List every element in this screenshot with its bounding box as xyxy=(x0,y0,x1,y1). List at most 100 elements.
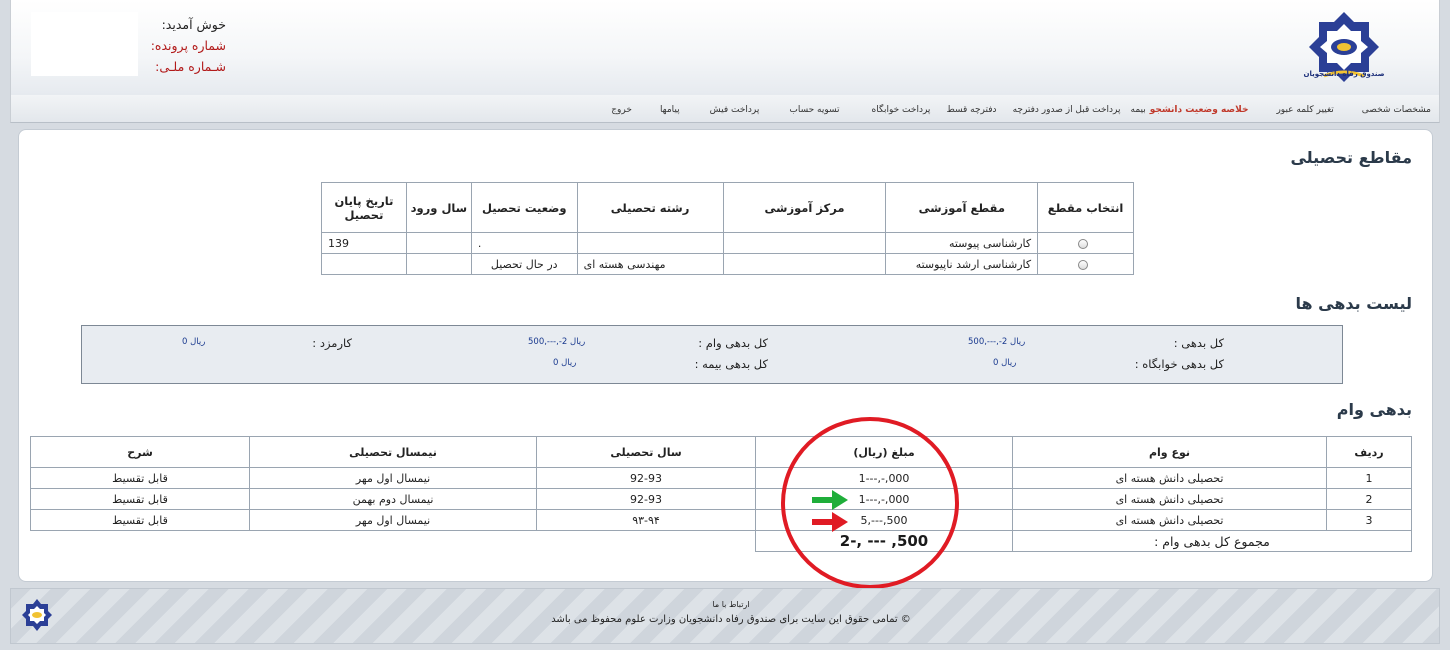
table-row: کارشناسی پیوسته . 139 xyxy=(321,232,1134,254)
main-panel: مقاطع تحصیلی انتخاب مقطع مقطع آموزشی مرک… xyxy=(18,129,1433,582)
course-end xyxy=(321,253,407,275)
loan-description: قابل تقسیط xyxy=(30,509,250,531)
nav-item-6[interactable]: دفترچه قسط xyxy=(946,105,996,115)
loans-title: بدهی وام xyxy=(1336,400,1412,419)
radio-button[interactable] xyxy=(1078,259,1089,270)
table-row: 1 تحصیلی دانش هسته ای 000,-,---1 92-93 ن… xyxy=(30,467,1412,489)
empty-cell xyxy=(31,531,756,552)
row-number: 2 xyxy=(1326,488,1412,510)
loan-term: نیمسال اول مهر xyxy=(249,509,537,531)
courses-title: مقاطع تحصیلی xyxy=(1290,148,1412,167)
debt-summary-box: کل بدهی : 500,---,-2 ریال کل بدهی وام : … xyxy=(81,325,1343,384)
nav-item-10[interactable]: پیامها xyxy=(660,105,680,115)
redacted-field xyxy=(759,255,880,270)
loan-amount: 000,-,---1 xyxy=(755,488,1013,510)
course-status: . xyxy=(470,232,578,254)
redacted-field xyxy=(596,234,717,249)
course-radio-2[interactable] xyxy=(1037,253,1134,275)
col-description: شرح xyxy=(30,436,250,468)
course-level: کارشناسی ارشد ناپیوسته xyxy=(885,253,1039,275)
nav-item-7[interactable]: پرداخت خوابگاه xyxy=(872,105,931,115)
course-radio-1[interactable] xyxy=(1037,232,1134,254)
user-info-labels: خوش آمدید: شماره پرونده: شـماره ملـی: xyxy=(146,14,226,77)
nav-list: مشخصات شخصی تغییر کلمه عبور خلاصه وضعیت دا… xyxy=(611,105,1431,115)
radio-button[interactable] xyxy=(1078,238,1089,249)
col-select: انتخاب مقطع xyxy=(1037,182,1134,233)
loan-amount: 500,---,5 xyxy=(755,509,1013,531)
national-id-label: شـماره ملـی: xyxy=(155,59,226,74)
loan-year: ۹۳-۹۴ xyxy=(536,509,756,531)
row-number: 3 xyxy=(1326,509,1412,531)
nav-item-3[interactable]: خلاصه وضعیت دانشجو xyxy=(1150,105,1249,115)
row-number: 1 xyxy=(1326,467,1412,489)
loan-debt-value: 500,---,-2 ریال xyxy=(528,337,586,347)
total-debt-value: 500,---,-2 ریال xyxy=(968,337,1026,347)
redacted-field xyxy=(759,234,880,249)
course-field xyxy=(576,232,724,254)
course-center xyxy=(722,232,887,254)
site-header: خوش آمدید: شماره پرونده: شـماره ملـی: صن… xyxy=(10,0,1440,95)
nav-item-2[interactable]: تغییر کلمه عبور xyxy=(1276,105,1333,115)
logo-caption: صندوق رفاه دانشجویان xyxy=(1303,70,1385,78)
col-row: ردیف xyxy=(1326,436,1412,468)
main-navigation: مشخصات شخصی تغییر کلمه عبور خلاصه وضعیت دا… xyxy=(10,95,1440,123)
nav-item-1[interactable]: مشخصات شخصی xyxy=(1362,105,1431,115)
copyright-text: © تمامی حقوق این سایت برای صندوق رفاه دا… xyxy=(551,614,911,625)
col-center: مرکز آموزشی xyxy=(722,182,887,233)
col-amount: مبلغ (ریال) xyxy=(755,436,1013,468)
fee-label: کارمزد : xyxy=(312,336,352,350)
course-field: مهندسی هسته ای xyxy=(576,253,724,275)
nav-item-11[interactable]: خروج xyxy=(611,105,632,115)
loan-type: تحصیلی دانش هسته ای xyxy=(1012,467,1327,489)
nav-item-4[interactable]: بیمه xyxy=(1131,105,1146,115)
loan-type: تحصیلی دانش هسته ای xyxy=(1012,509,1327,531)
loan-description: قابل تقسیط xyxy=(30,467,250,489)
redacted-field xyxy=(424,234,465,249)
nav-item-9[interactable]: پرداخت فیش xyxy=(710,105,760,115)
course-end: 139 xyxy=(321,232,407,254)
loan-debt-label: کل بدهی وام : xyxy=(698,336,768,350)
debts-title: لیست بدهی ها xyxy=(1295,294,1412,313)
table-row: 3 تحصیلی دانش هسته ای 500,---,5 ۹۳-۹۴ نی… xyxy=(30,509,1412,531)
table-row: کارشناسی ارشد ناپیوسته مهندسی هسته ای در… xyxy=(321,253,1134,275)
redacted-field xyxy=(424,255,465,270)
table-row: 2 تحصیلی دانش هسته ای 000,-,---1 92-93 ن… xyxy=(30,488,1412,510)
insurance-debt-value: 0 ریال xyxy=(553,358,577,368)
col-field: رشته تحصیلی xyxy=(576,182,724,233)
courses-table: انتخاب مقطع مقطع آموزشی مرکز آموزشی رشته… xyxy=(321,182,1134,275)
col-end: تاریخ پایان تحصیل xyxy=(321,182,407,233)
insurance-debt-label: کل بدهی بیمه : xyxy=(694,357,768,371)
course-level: کارشناسی پیوسته xyxy=(885,232,1039,254)
course-year xyxy=(405,253,472,275)
nav-item-8[interactable]: تسویه حساب xyxy=(789,105,839,115)
loan-year: 92-93 xyxy=(536,467,756,489)
welcome-label: خوش آمدید: xyxy=(161,17,226,32)
user-info-box xyxy=(31,12,138,76)
loans-table: ردیف نوع وام مبلغ (ریال) سال تحصیلی نیمس… xyxy=(30,436,1412,552)
loan-term: نیمسال اول مهر xyxy=(249,467,537,489)
file-number-label: شماره پرونده: xyxy=(150,38,226,53)
loan-term: نیمسال دوم بهمن xyxy=(249,488,537,510)
loans-total-value: 500, --- ,-2 xyxy=(755,530,1013,552)
col-academic-year: سال تحصیلی xyxy=(536,436,756,468)
loan-amount: 000,-,---1 xyxy=(755,467,1013,489)
col-year: سال ورود xyxy=(405,182,472,233)
loan-type: تحصیلی دانش هسته ای xyxy=(1012,488,1327,510)
course-year xyxy=(405,232,472,254)
loans-total-label: مجموع کل بدهی وام : xyxy=(1012,530,1412,552)
course-center xyxy=(722,253,887,275)
site-footer: ارتباط با ما © تمامی حقوق این سایت برای … xyxy=(10,588,1440,644)
col-level: مقطع آموزشی xyxy=(885,182,1039,233)
loans-total-row: مجموع کل بدهی وام : 500, --- ,-2 xyxy=(31,530,1412,552)
loan-year: 92-93 xyxy=(536,488,756,510)
col-term: نیمسال تحصیلی xyxy=(249,436,537,468)
nav-item-5[interactable]: پرداخت قبل از صدور دفترچه xyxy=(1013,105,1121,115)
dorm-debt-label: کل بدهی خوابگاه : xyxy=(1134,357,1224,371)
loan-description: قابل تقسیط xyxy=(30,488,250,510)
fee-value: 0 ریال xyxy=(182,337,206,347)
dorm-debt-value: 0 ریال xyxy=(993,358,1017,368)
total-debt-label: کل بدهی : xyxy=(1173,336,1224,350)
contact-link[interactable]: ارتباط با ما xyxy=(11,600,1439,609)
course-status: در حال تحصیل xyxy=(470,253,578,275)
col-status: وضعیت تحصیل xyxy=(470,182,578,233)
